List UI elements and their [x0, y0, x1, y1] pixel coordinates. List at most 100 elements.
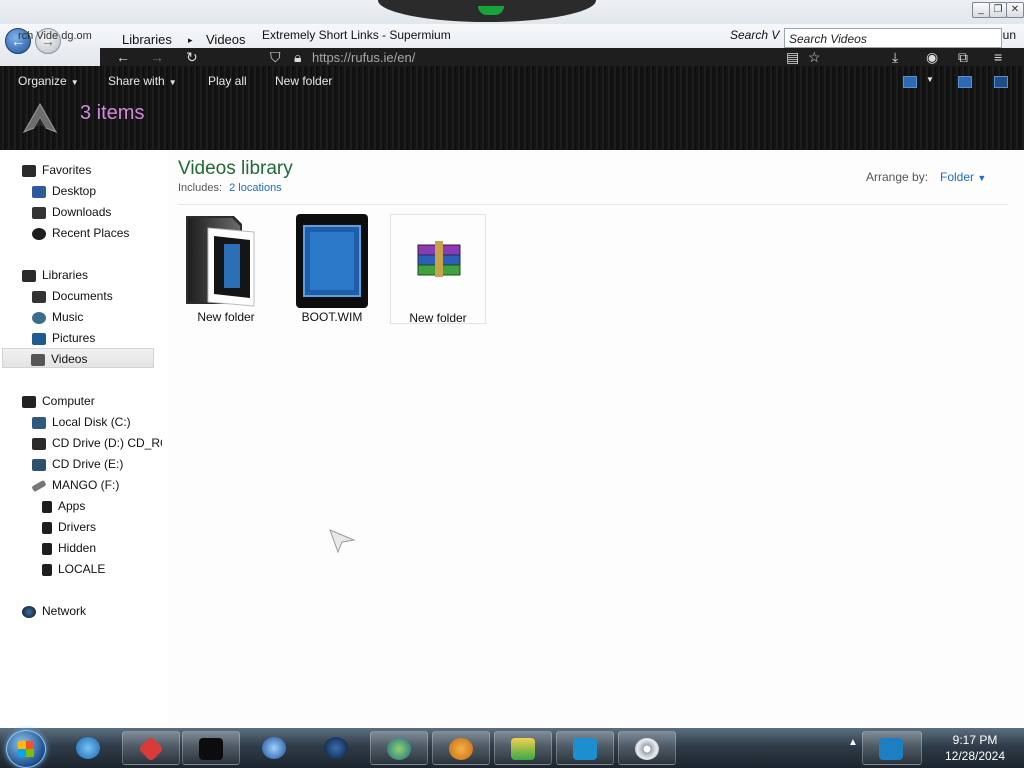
- nav-music[interactable]: Music: [32, 307, 83, 327]
- nav-pictures[interactable]: Pictures: [32, 328, 95, 348]
- items-count: 3 items: [80, 102, 145, 124]
- nav-favorites[interactable]: Favorites: [22, 160, 91, 180]
- preview-pane-icon[interactable]: [958, 76, 972, 88]
- breadcrumb-separator-icon: ▸: [188, 35, 193, 45]
- lock-icon[interactable]: 🔒︎: [294, 49, 301, 66]
- nav-label: Local Disk (C:): [52, 415, 131, 429]
- nav-network[interactable]: Network: [22, 601, 86, 621]
- library-locations-link[interactable]: 2 locations: [229, 182, 282, 194]
- file-explorer-icon: [573, 738, 597, 760]
- nav-computer[interactable]: Computer: [22, 391, 95, 411]
- shield-icon[interactable]: ⛉: [270, 49, 281, 66]
- navigation-pane: Favorites Desktop Downloads Recent Place…: [0, 150, 168, 728]
- minimize-button[interactable]: _: [972, 2, 990, 18]
- folder-icon: [42, 500, 52, 513]
- system-clock[interactable]: 9:17 PM 12/28/2024: [940, 732, 1010, 764]
- taskbar-search-app[interactable]: [432, 731, 490, 765]
- start-button[interactable]: [6, 730, 46, 768]
- file-name: BOOT.WIM: [301, 310, 363, 324]
- arrange-by-dropdown[interactable]: Folder ▼: [940, 170, 986, 184]
- internet-explorer-icon: [76, 737, 100, 759]
- file-item-boot-wim[interactable]: BOOT.WIM: [284, 214, 380, 324]
- nav-documents[interactable]: Documents: [32, 286, 113, 306]
- organize-menu[interactable]: Organize ▼: [18, 74, 79, 88]
- taskbar-checklist-app[interactable]: [494, 731, 552, 765]
- new-folder-button[interactable]: New folder: [275, 74, 332, 88]
- nav-folder-hidden[interactable]: Hidden: [42, 538, 96, 558]
- nav-folder-locale[interactable]: LOCALE: [42, 559, 105, 579]
- taskbar-app-2[interactable]: [122, 731, 180, 765]
- back-arrow-icon[interactable]: ←: [116, 49, 130, 65]
- taskbar-globe-app[interactable]: [308, 731, 366, 765]
- menu-icon[interactable]: ≡: [994, 49, 1002, 65]
- nav-cd-drive-e[interactable]: CD Drive (E:): [32, 454, 123, 474]
- tray-show-hidden-icon[interactable]: ▲: [848, 734, 860, 762]
- change-view-icon[interactable]: [903, 76, 917, 88]
- clock-time: 9:17 PM: [952, 733, 998, 747]
- nav-recent-places[interactable]: Recent Places: [32, 223, 129, 243]
- search-input[interactable]: Search Videos: [784, 28, 1002, 48]
- forward-arrow-icon[interactable]: →: [150, 49, 164, 65]
- folder-icon: [42, 542, 52, 555]
- share-with-menu[interactable]: Share with ▼: [108, 74, 177, 88]
- libraries-icon: [22, 269, 36, 282]
- nav-videos[interactable]: Videos: [2, 348, 154, 368]
- nav-label: Libraries: [42, 268, 89, 282]
- taskbar-internet-explorer[interactable]: [60, 731, 118, 765]
- extensions-icon[interactable]: ⧉: [958, 49, 968, 66]
- usb-drive-icon: [31, 479, 47, 492]
- reader-icon[interactable]: ▤: [786, 49, 799, 66]
- browser-search-right: iun: [1000, 28, 1017, 42]
- taskbar-disc-app[interactable]: [618, 731, 676, 765]
- taskbar-tray-app[interactable]: [862, 731, 922, 765]
- nav-desktop[interactable]: Desktop: [32, 181, 96, 201]
- download-icon[interactable]: ⤓: [892, 49, 898, 66]
- bookmark-star-icon[interactable]: ☆: [808, 49, 821, 66]
- nav-label: Desktop: [52, 184, 97, 198]
- file-item-archive[interactable]: New folder: [390, 214, 486, 325]
- nav-label: LOCALE: [58, 562, 106, 576]
- nav-libraries[interactable]: Libraries: [22, 265, 88, 285]
- url-field[interactable]: https://rufus.ie/en/: [312, 50, 415, 65]
- documents-icon: [32, 290, 46, 303]
- videos-icon: [31, 353, 45, 366]
- nav-label: Network: [42, 604, 87, 618]
- nav-local-disk-c[interactable]: Local Disk (C:): [32, 412, 131, 432]
- nav-label: Recent Places: [52, 226, 130, 240]
- arrange-value: Folder: [940, 170, 975, 184]
- nav-label: CD Drive (E:): [52, 457, 124, 471]
- file-name: New folder: [197, 310, 255, 324]
- play-all-button[interactable]: Play all: [208, 74, 247, 88]
- share-with-label: Share with: [108, 74, 165, 88]
- breadcrumb-videos[interactable]: Videos: [206, 32, 246, 47]
- nav-folder-drivers[interactable]: Drivers: [42, 517, 96, 537]
- taskbar-media-player[interactable]: [246, 731, 304, 765]
- reload-icon[interactable]: ↻: [186, 49, 198, 66]
- taskbar-app-3[interactable]: [182, 731, 240, 765]
- cd-drive-icon: [32, 458, 46, 471]
- file-item-new-folder[interactable]: New folder: [178, 214, 274, 324]
- nav-folder-apps[interactable]: Apps: [42, 496, 85, 516]
- disc-icon: [635, 738, 659, 760]
- content-pane: Videos library Includes: 2 locations Arr…: [168, 150, 1024, 728]
- view-options-chevron-icon[interactable]: ▼: [926, 75, 934, 84]
- nav-cd-drive-d[interactable]: CD Drive (D:) CD_RC: [32, 433, 162, 453]
- nav-label: Computer: [42, 394, 95, 408]
- nav-label: Drivers: [58, 520, 96, 534]
- help-icon[interactable]: [994, 76, 1008, 88]
- wim-file-icon: [284, 214, 380, 308]
- nav-label: Apps: [58, 499, 86, 513]
- taskbar-network-app[interactable]: [370, 731, 428, 765]
- red-cube-icon: [138, 736, 164, 762]
- music-icon: [32, 311, 46, 324]
- browser-tab-title[interactable]: Extremely Short Links - Supermium: [262, 28, 451, 42]
- account-icon[interactable]: ◉: [926, 49, 938, 66]
- taskbar-explorer-app[interactable]: [556, 731, 614, 765]
- close-button[interactable]: ✕: [1006, 2, 1024, 18]
- mouse-cursor-icon: [329, 529, 356, 554]
- breadcrumb-libraries[interactable]: Libraries: [122, 32, 172, 47]
- restore-button[interactable]: ❐: [989, 2, 1007, 18]
- desktop-icon: [32, 185, 46, 198]
- nav-downloads[interactable]: Downloads: [32, 202, 111, 222]
- nav-mango-f[interactable]: MANGO (F:): [31, 475, 119, 495]
